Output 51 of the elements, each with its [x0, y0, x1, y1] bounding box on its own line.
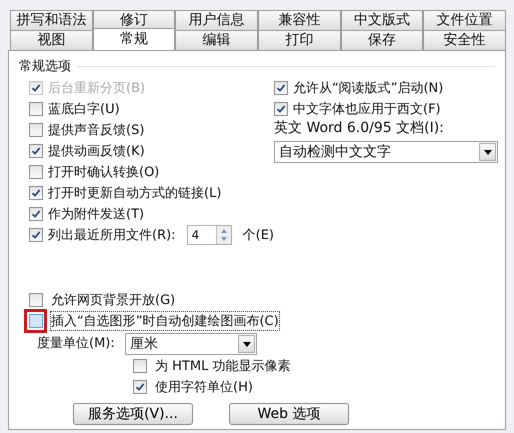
checkbox-label: 后台重新分页(B) [48, 80, 146, 96]
checkbox[interactable] [29, 314, 43, 328]
checkbox-label: 打开时确认转换(O) [48, 164, 160, 180]
number-field[interactable]: 4 [186, 224, 232, 244]
group-title: 常规选项 [19, 58, 71, 75]
tab[interactable]: 视图 [10, 30, 93, 50]
tab[interactable]: 编辑 [175, 30, 258, 50]
tab[interactable]: 兼容性 [258, 10, 341, 30]
spinner-arrows-icon [216, 226, 231, 244]
checkbox-label: 允许从“阅读版式”启动(N) [293, 80, 444, 96]
tab[interactable]: 打印 [258, 30, 341, 50]
dropdown-arrow-icon [484, 150, 492, 155]
tab[interactable]: 安全性 [423, 30, 506, 50]
checkbox-label: 提供声音反馈(S) [48, 122, 144, 138]
field-label: 英文 Word 6.0/95 文档(I): [274, 119, 445, 138]
checkbox-label: 使用字符单位(H) [155, 378, 253, 396]
tab[interactable]: 用户信息 [175, 10, 258, 30]
checkbox[interactable] [29, 292, 43, 306]
dropdown[interactable]: 厘米 [124, 333, 257, 355]
checkbox[interactable] [29, 144, 43, 158]
checkbox-label: 插入“自选图形”时自动创建绘图画布(C) [51, 312, 279, 330]
checkbox[interactable] [133, 380, 147, 394]
unit-label: 个(E) [242, 226, 274, 244]
tab[interactable]: 拼写和语法 [10, 10, 93, 30]
checkbox[interactable] [29, 206, 43, 220]
highlight-box [24, 308, 47, 332]
checkbox-label: 中文字体也应用于西文(F) [293, 100, 441, 118]
tab[interactable]: 文件位置 [423, 10, 506, 30]
tab[interactable]: 保存 [340, 30, 424, 50]
checkbox[interactable] [29, 186, 43, 200]
dropdown[interactable]: 自动检测中文文字 [274, 141, 498, 163]
checkbox[interactable] [274, 80, 288, 94]
field-label: 度量单位(M): [37, 335, 115, 352]
checkbox[interactable] [29, 228, 43, 242]
checkbox-label: 列出最近所用文件(R): [48, 226, 176, 244]
checkbox-label: 打开时更新自动方式的链接(L) [48, 184, 222, 202]
tab[interactable]: 中文版式 [340, 10, 424, 30]
checkbox[interactable] [29, 164, 43, 178]
checkbox[interactable] [133, 358, 147, 372]
checkbox-label: 为 HTML 功能显示像素 [155, 358, 290, 374]
checkbox-label: 提供动画反馈(K) [48, 142, 145, 160]
dialog-button[interactable]: 服务选项(V)... [73, 403, 193, 425]
checkbox-label: 作为附件发送(T) [48, 206, 144, 222]
checkbox-label: 蓝底白字(U) [48, 100, 120, 118]
checkbox[interactable] [29, 102, 43, 116]
dialog-button[interactable]: Web 选项 [229, 403, 349, 425]
tab[interactable]: 常规 [92, 28, 176, 50]
checkbox-label: 允许网页背景开放(G) [51, 292, 176, 308]
dropdown-arrow-icon [242, 342, 251, 347]
checkbox[interactable] [274, 102, 288, 116]
checkbox[interactable] [29, 122, 43, 136]
